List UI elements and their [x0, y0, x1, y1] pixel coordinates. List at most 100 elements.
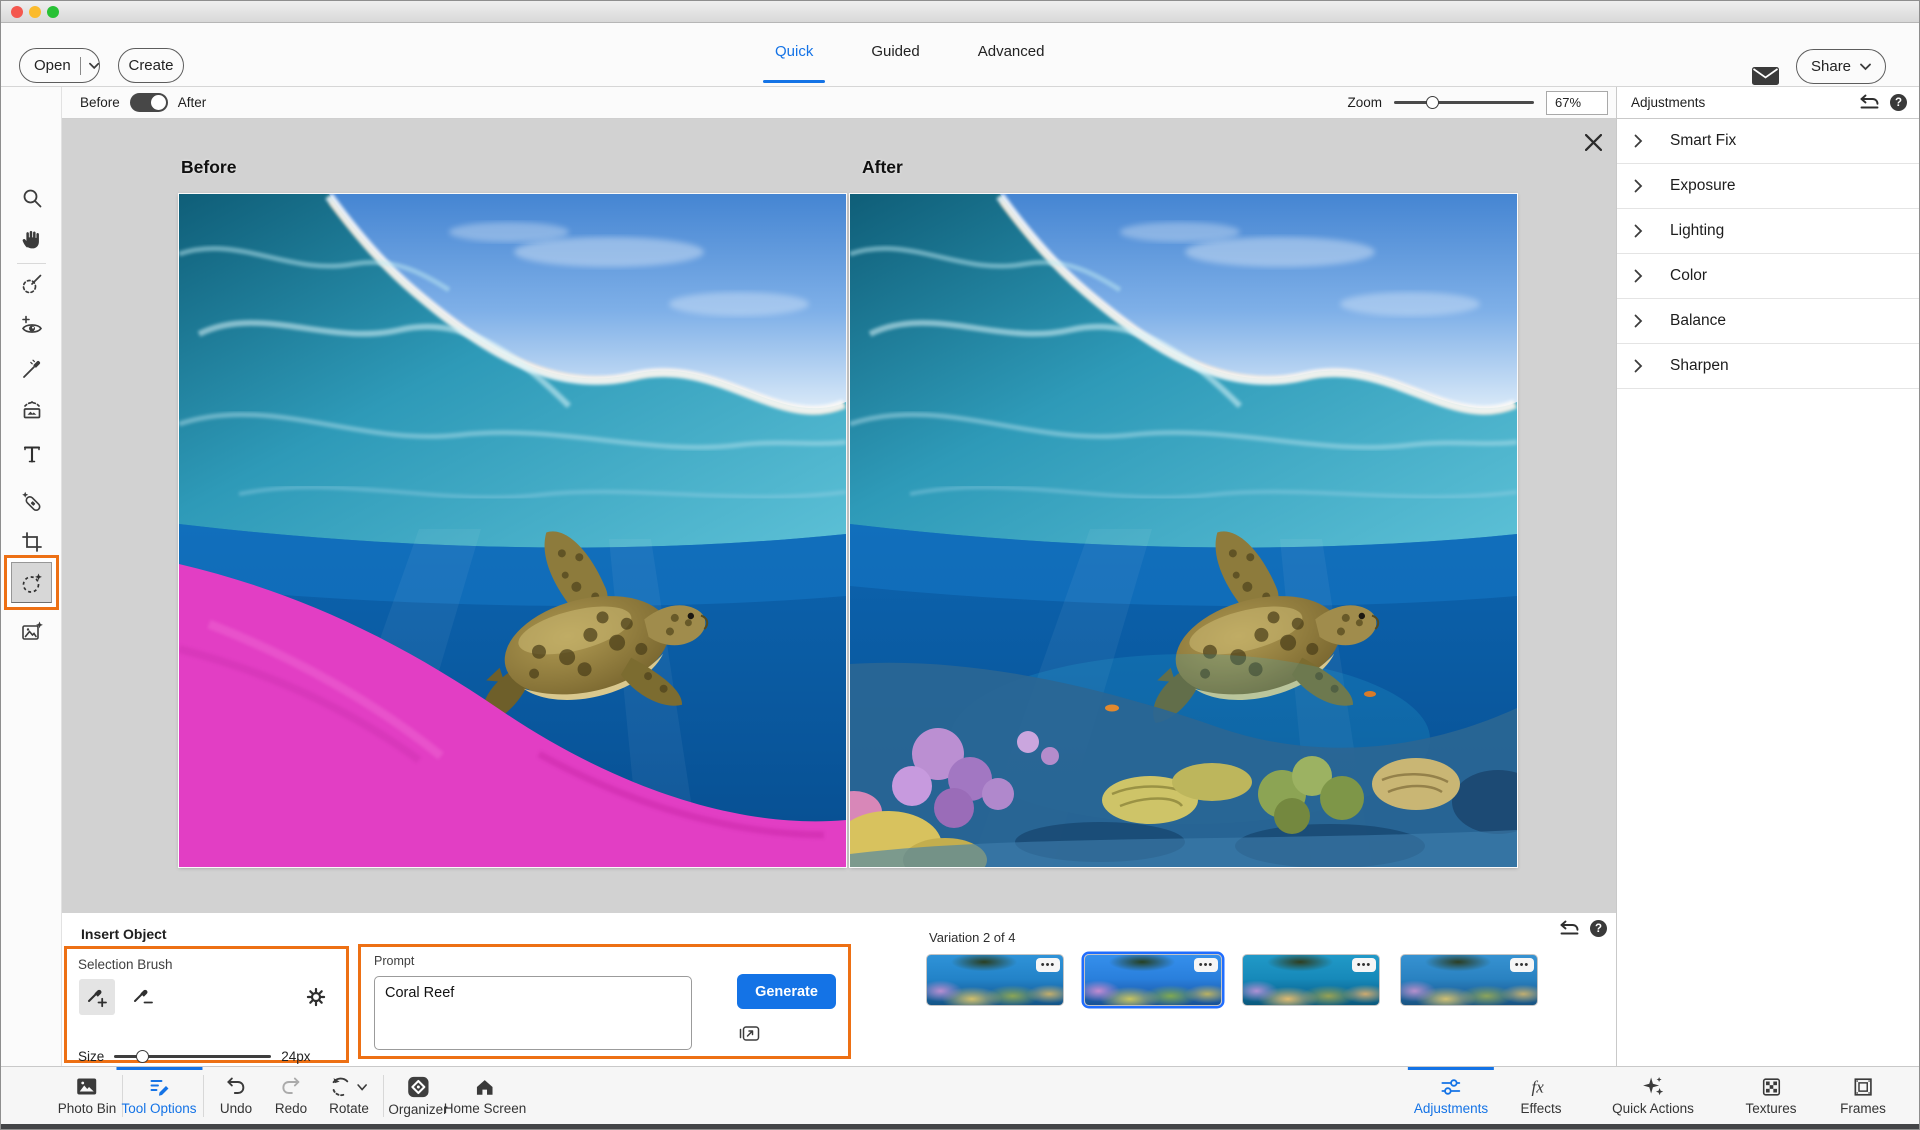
- after-toggle-label: After: [178, 95, 207, 110]
- mode-tabs: Quick Guided Advanced: [761, 23, 1058, 87]
- close-icon[interactable]: [1582, 131, 1604, 153]
- before-toggle-label: Before: [80, 95, 120, 110]
- variation-thumbnail-4[interactable]: •••: [1400, 954, 1538, 1006]
- minimize-window-button[interactable]: [29, 6, 41, 18]
- hand-icon: [20, 228, 43, 251]
- thumbnail-more-icon[interactable]: •••: [1036, 958, 1060, 972]
- brush-minus-icon: [132, 986, 154, 1008]
- image-sparkle-icon: [20, 620, 44, 644]
- red-eye-removal-tool-button[interactable]: [1, 306, 62, 348]
- prompt-label: Prompt: [374, 954, 414, 968]
- variation-thumbnail-2[interactable]: •••: [1084, 954, 1222, 1006]
- chevron-down-icon: [358, 1084, 368, 1091]
- taskbar-tool-options[interactable]: Tool Options: [115, 1067, 202, 1125]
- thumbnail-more-icon[interactable]: •••: [1510, 958, 1534, 972]
- zoom-tool-button[interactable]: [1, 177, 62, 219]
- prompt-input[interactable]: Coral Reef: [374, 976, 692, 1050]
- zoom-label: Zoom: [1347, 95, 1382, 110]
- sliders-icon: [1439, 1076, 1463, 1098]
- zoom-slider-thumb[interactable]: [1426, 96, 1439, 109]
- taskbar-adjustments[interactable]: Adjustments: [1408, 1067, 1494, 1125]
- close-window-button[interactable]: [11, 6, 23, 18]
- quick-selection-tool-button[interactable]: [1, 264, 62, 306]
- maximize-window-button[interactable]: [47, 6, 59, 18]
- help-icon[interactable]: ?: [1590, 920, 1607, 937]
- taskbar-frames[interactable]: Frames: [1834, 1067, 1892, 1125]
- zoom-control: Zoom: [1347, 91, 1616, 115]
- insert-object-tool-button[interactable]: [4, 555, 59, 610]
- taskbar-rotate[interactable]: Rotate: [323, 1067, 375, 1125]
- reset-icon[interactable]: [1558, 920, 1580, 937]
- svg-text:fx: fx: [1531, 1078, 1544, 1097]
- adjustments-panel-title: Adjustments: [1631, 95, 1705, 110]
- taskbar-photo-bin[interactable]: Photo Bin: [52, 1067, 123, 1125]
- brush-plus-icon: [86, 986, 108, 1008]
- straighten-tool-button[interactable]: [1, 389, 62, 431]
- zoom-value-input[interactable]: [1546, 91, 1608, 115]
- view-control-bar: Before After Zoom: [62, 87, 1616, 119]
- fx-icon: fx: [1529, 1076, 1553, 1098]
- undo-icon: [224, 1076, 248, 1098]
- before-image[interactable]: [179, 194, 846, 867]
- redo-icon: [279, 1076, 303, 1098]
- brush-add-button[interactable]: [79, 979, 115, 1015]
- taskbar-quick-actions[interactable]: Quick Actions: [1606, 1067, 1700, 1125]
- chevron-right-icon: [1634, 269, 1643, 283]
- ai-image-tool-button[interactable]: [1, 611, 62, 653]
- texture-icon: [1759, 1076, 1783, 1098]
- variations-label: Variation 2 of 4: [929, 930, 1015, 945]
- chevron-right-icon: [1634, 179, 1643, 193]
- whiten-teeth-tool-button[interactable]: [1, 348, 62, 390]
- zoom-slider[interactable]: [1394, 101, 1534, 104]
- brush-size-slider-thumb[interactable]: [136, 1050, 149, 1063]
- variation-thumbnail-3[interactable]: •••: [1242, 954, 1380, 1006]
- chevron-down-icon: [1860, 63, 1871, 71]
- adjustments-panel: Adjustments ? Smart Fix Exposure Lightin…: [1616, 87, 1920, 1066]
- taskbar-effects[interactable]: fx Effects: [1514, 1067, 1567, 1125]
- thumbnail-more-icon[interactable]: •••: [1352, 958, 1376, 972]
- hand-tool-button[interactable]: [1, 218, 62, 260]
- taskbar-redo[interactable]: Redo: [269, 1067, 313, 1125]
- brush-size-slider[interactable]: [114, 1055, 271, 1058]
- tab-guided[interactable]: Guided: [857, 23, 933, 87]
- adjustment-item-balance[interactable]: Balance: [1617, 299, 1920, 344]
- create-button[interactable]: Create: [118, 48, 184, 83]
- type-tool-button[interactable]: [1, 433, 62, 475]
- open-button[interactable]: Open: [19, 48, 100, 83]
- taskbar-textures[interactable]: Textures: [1739, 1067, 1802, 1125]
- brush-settings-button[interactable]: [298, 979, 334, 1015]
- before-pane-label: Before: [181, 157, 236, 178]
- adjustment-item-lighting[interactable]: Lighting: [1617, 209, 1920, 254]
- variation-thumbnail-1[interactable]: •••: [926, 954, 1064, 1006]
- selection-brush-box: Selection Brush Size 24px: [64, 946, 349, 1063]
- adjustment-item-smart-fix[interactable]: Smart Fix: [1617, 119, 1920, 164]
- reset-icon[interactable]: [1858, 94, 1880, 111]
- taskbar-home-screen[interactable]: Home Screen: [438, 1067, 533, 1125]
- help-icon[interactable]: ?: [1890, 94, 1907, 111]
- chevron-right-icon: [1634, 134, 1643, 148]
- adjustments-panel-header: Adjustments ?: [1617, 87, 1920, 119]
- generate-button[interactable]: Generate: [737, 974, 836, 1009]
- tab-advanced[interactable]: Advanced: [964, 23, 1059, 87]
- brush-subtract-button[interactable]: [125, 979, 161, 1015]
- share-button[interactable]: Share: [1796, 49, 1886, 84]
- crop-icon: [20, 530, 44, 554]
- after-image[interactable]: [850, 194, 1517, 867]
- spot-healing-tool-button[interactable]: [1, 481, 62, 523]
- adjustment-item-sharpen[interactable]: Sharpen: [1617, 344, 1920, 389]
- tool-options-icon: [147, 1076, 171, 1098]
- share-button-label: Share: [1811, 58, 1851, 75]
- tab-quick[interactable]: Quick: [761, 23, 827, 87]
- tools-sidebar: [1, 87, 62, 1066]
- before-after-toggle[interactable]: [130, 93, 168, 112]
- taskbar-undo[interactable]: Undo: [214, 1067, 258, 1125]
- window-bottom-edge: [1, 1124, 1920, 1130]
- adjustment-item-color[interactable]: Color: [1617, 254, 1920, 299]
- thumbnail-more-icon[interactable]: •••: [1194, 958, 1218, 972]
- adjustment-item-exposure[interactable]: Exposure: [1617, 164, 1920, 209]
- window-titlebar: [1, 1, 1920, 23]
- expand-icon[interactable]: [739, 1025, 760, 1047]
- selection-brush-title: Selection Brush: [78, 957, 173, 972]
- quick-selection-icon: [20, 273, 44, 297]
- open-button-label: Open: [20, 57, 71, 74]
